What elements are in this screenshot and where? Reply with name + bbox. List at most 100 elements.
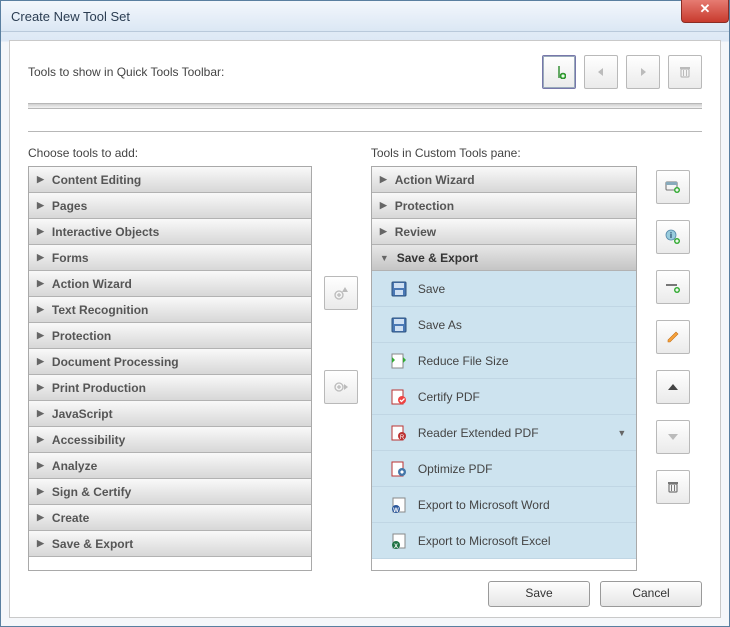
tool-label: Save As (418, 318, 462, 332)
category-label: Forms (52, 251, 89, 265)
category-item[interactable]: ▶Text Recognition (29, 297, 311, 323)
category-label: Document Processing (52, 355, 179, 369)
category-item[interactable]: ▶JavaScript (29, 401, 311, 427)
svg-text:i: i (669, 231, 671, 240)
category-label: Protection (395, 199, 454, 213)
close-button[interactable]: ✕ (681, 0, 729, 23)
category-item[interactable]: ▶Analyze (29, 453, 311, 479)
word-icon: W (390, 496, 408, 514)
tool-label: Certify PDF (418, 390, 480, 404)
cancel-button[interactable]: Cancel (600, 581, 702, 607)
tool-label: Save (418, 282, 445, 296)
optimize-icon (390, 460, 408, 478)
tool-item[interactable]: RReader Extended PDF▼ (372, 415, 636, 451)
category-label: Action Wizard (52, 277, 132, 291)
tool-item[interactable]: Optimize PDF (372, 451, 636, 487)
excel-icon: X (390, 532, 408, 550)
remove-button[interactable] (656, 470, 690, 504)
category-item[interactable]: ▶ Save & Export (29, 531, 311, 557)
category-label: Create (52, 511, 89, 525)
custom-tools-list[interactable]: ▶Action Wizard ▶ Protection ▶Review ▼ Save & … (371, 166, 637, 571)
tool-label: Optimize PDF (418, 462, 493, 476)
add-instruction-button[interactable]: i (656, 220, 690, 254)
tool-item[interactable]: Save (372, 271, 636, 307)
window-title: Create New Tool Set (11, 9, 130, 24)
category-item[interactable]: ▼ Save & Export (372, 245, 636, 271)
footer: Save Cancel (28, 571, 702, 607)
add-divider-button[interactable] (656, 270, 690, 304)
right-label: Tools in Custom Tools pane: (371, 146, 637, 160)
add-separator-button[interactable] (542, 55, 576, 89)
add-to-pane-button[interactable] (324, 370, 358, 404)
title-bar: Create New Tool Set ✕ (1, 1, 729, 32)
tool-item[interactable]: Reduce File Size (372, 343, 636, 379)
tool-item[interactable]: Certify PDF (372, 379, 636, 415)
category-item[interactable]: ▶Action Wizard (372, 167, 636, 193)
category-label: Save & Export (52, 537, 133, 551)
left-label: Choose tools to add: (28, 146, 312, 160)
category-label: Protection (52, 329, 111, 343)
chevron-right-icon: ▶ (37, 460, 44, 471)
category-item[interactable]: ▶ Interactive Objects (29, 219, 311, 245)
trash-icon (678, 65, 692, 79)
available-tools-list[interactable]: ▶Content Editing▶Pages▶Interactive Objec… (28, 166, 312, 571)
tool-item[interactable]: W Export to Microsoft Word (372, 487, 636, 523)
delete-button[interactable] (668, 55, 702, 89)
add-panel-button[interactable] (656, 170, 690, 204)
category-label: Action Wizard (395, 173, 475, 187)
chevron-down-icon: ▼ (617, 428, 626, 438)
tool-item[interactable]: Save As (372, 307, 636, 343)
chevron-right-icon: ▶ (37, 382, 44, 393)
category-item[interactable]: ▶Action Wizard (29, 271, 311, 297)
chevron-down-icon: ▼ (380, 253, 389, 263)
chevron-right-icon: ▶ (37, 226, 44, 237)
tool-label: Export to Microsoft Word (418, 498, 550, 512)
svg-text:W: W (393, 508, 399, 514)
trash-icon (666, 480, 680, 494)
triangle-left-icon (596, 67, 606, 77)
category-item[interactable]: ▶Forms (29, 245, 311, 271)
category-item[interactable]: ▶Sign & Certify (29, 479, 311, 505)
chevron-right-icon: ▶ (380, 200, 387, 211)
category-label: Accessibility (52, 433, 125, 447)
separator-icon (552, 65, 566, 79)
category-label: Interactive Objects (52, 225, 159, 239)
side-buttons: i (643, 146, 702, 571)
category-item[interactable]: ▶Accessibility (29, 427, 311, 453)
category-item[interactable]: ▶Review (372, 219, 636, 245)
triangle-right-icon (638, 67, 648, 77)
tool-label: Reader Extended PDF (418, 426, 539, 440)
reduce-icon (390, 352, 408, 370)
category-item[interactable]: ▶Content Editing (29, 167, 311, 193)
close-icon: ✕ (700, 1, 711, 16)
category-item[interactable]: ▶ Protection (29, 323, 311, 349)
add-up-icon (333, 285, 349, 301)
note-add-icon: i (665, 229, 681, 245)
category-item[interactable]: ▶ Create (29, 505, 311, 531)
chevron-right-icon: ▶ (37, 538, 44, 549)
category-label: Save & Export (397, 251, 478, 265)
category-item[interactable]: ▶ Protection (372, 193, 636, 219)
add-to-quick-button[interactable] (324, 276, 358, 310)
next-button[interactable] (626, 55, 660, 89)
chevron-right-icon: ▶ (37, 356, 44, 367)
move-up-button[interactable] (656, 370, 690, 404)
category-item[interactable]: ▶ Print Production (29, 375, 311, 401)
chevron-right-icon: ▶ (37, 486, 44, 497)
chevron-right-icon: ▶ (37, 330, 44, 341)
right-column: Tools in Custom Tools pane: ▶Action Wiza… (371, 146, 637, 571)
prev-button[interactable] (584, 55, 618, 89)
category-item[interactable]: ▶ Document Processing (29, 349, 311, 375)
category-label: JavaScript (52, 407, 113, 421)
quick-tools-row: Tools to show in Quick Tools Toolbar: (28, 55, 702, 89)
category-label: Print Production (52, 381, 146, 395)
category-label: Pages (52, 199, 87, 213)
tool-item[interactable]: XExport to Microsoft Excel (372, 523, 636, 559)
chevron-right-icon: ▶ (37, 512, 44, 523)
add-right-icon (333, 379, 349, 395)
quick-tools-slot (28, 103, 702, 109)
category-item[interactable]: ▶Pages (29, 193, 311, 219)
save-button[interactable]: Save (488, 581, 590, 607)
edit-button[interactable] (656, 320, 690, 354)
move-down-button[interactable] (656, 420, 690, 454)
